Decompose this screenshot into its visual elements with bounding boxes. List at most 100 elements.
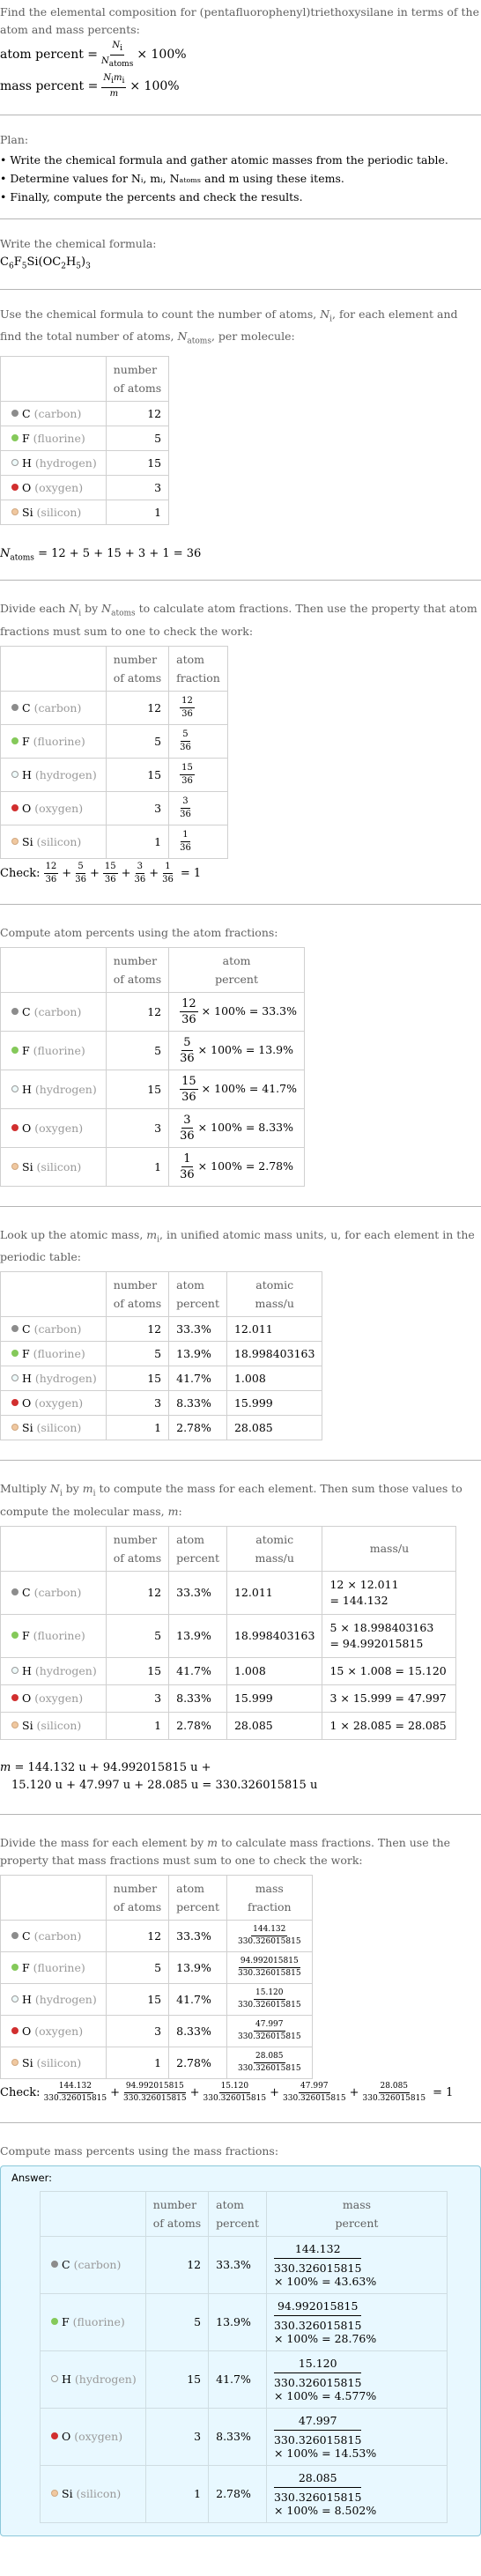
element-color-dot-icon [11,483,18,491]
table-row: O (oxygen) 3 8.33% 47.997 330.326015815 × 100… [40,2407,448,2466]
mass-text: Multiply Ni by mi to compute the mass fo… [0,1482,462,1518]
table-row: O (oxygen) 3 8.33% 15.999 [0,1390,323,1417]
table-row: Si (silicon) 1 2.78% 28.085 [0,1415,323,1441]
m-symbol: m [109,89,119,99]
mass-fraction-value: 94.992015815 330.326015815 [226,1951,313,1984]
molecular-mass-sum: m = 144.132 u + 94.992015815 u + 15.120 … [0,1760,318,1792]
element-color-dot-icon [11,1399,18,1407]
element-color-dot-icon [11,507,18,515]
atomic-mass-value: 15.999 [226,1684,323,1713]
table-row: O (oxygen) 3 3 36 [0,790,228,825]
element-cell: C (carbon) [0,400,107,426]
element-cell: C (carbon) [0,1570,107,1615]
element-color-dot-icon [11,1995,18,2002]
atom-percent-label: atom percent = [0,48,99,62]
atom-count: 5 [105,1030,170,1070]
element-mass-calc: 15 × 1.008 = 15.120 [322,1656,457,1685]
plan-item: Determine values for Nᵢ, mᵢ, Nₐₜₒₘₛ and … [0,169,481,188]
atom-percent-value: 33.3% [168,1316,227,1343]
mass-percent-calc: 94.992015815 330.326015815 × 100% = 28.76% [265,2292,448,2351]
plan-list: Write the chemical formula and gather at… [0,151,481,206]
ni-symbol: N [112,40,121,50]
atomic-mass-section: Look up the atomic mass, mi, in unified … [0,1207,481,1462]
table-row: F (fluorine) 5 [0,425,170,451]
element-cell: C (carbon) [0,1919,107,1952]
atom-count: 5 [105,425,170,451]
atom-fraction-section: Divide each Ni by Natoms to calculate at… [0,581,481,905]
ni-symbol: N [103,73,112,83]
natoms-symbol: N [101,56,109,66]
plan-section: Plan: Write the chemical formula and gat… [0,115,481,219]
atom-count: 1 [105,1415,170,1441]
element-mass-calc: 5 × 18.998403163 = 94.992015815 [322,1613,457,1658]
atom-percent-value: 13.9% [168,1341,227,1367]
atom-fraction-check: Check: 12 36 +5 36 +15 36 +3 36 +1 36 = 1 [0,861,202,885]
atomic-mass-value: 15.999 [226,1390,323,1417]
element-cell: Si (silicon) [0,2046,107,2079]
table-row: C (carbon) 12 33.3% 12.011 [0,1316,323,1343]
atom-percent-value: 13.9% [208,2292,267,2351]
check-fraction: 144.132 330.326015815 [43,2081,107,2103]
mass-percent-calc: 28.085 330.326015815 × 100% = 8.502% [265,2464,448,2523]
check-fraction: 12 36 [43,861,59,885]
table-row: H (hydrogen) 15 41.7% 15.120 330.326015815 [0,1982,313,2016]
plan-heading: Plan: [0,133,29,146]
mass-percent-section: Compute mass percents using the mass fra… [0,2123,481,2542]
atom-count: 15 [105,757,170,792]
table-row: H (hydrogen) 15 41.7% 1.008 [0,1366,323,1392]
atom-percent-value: 2.78% [208,2464,267,2523]
table-row: F (fluorine) 5 13.9% 94.992015815 330.326015… [0,1951,313,1984]
times-100: × 100% [130,79,180,93]
atom-percent-calc: 15 36 × 100% = 41.7% [168,1069,305,1109]
atom-count: 3 [105,790,170,825]
atom-fraction-value: 12 36 [168,690,228,725]
mass-percent-label: mass percent = [0,79,99,93]
element-mass-calc: 3 × 15.999 = 47.997 [322,1684,457,1713]
atom-count: 12 [105,400,170,426]
answer-box: Answer: number of atoms atom percent mass p… [0,2165,481,2536]
table-row: O (oxygen) 3 8.33% 47.997 330.326015815 [0,2014,313,2047]
atom-percent-value: 8.33% [168,2014,227,2047]
mass-percent-formula: mass percent = Nimi m × 100% [0,70,481,102]
atom-fraction-value: 5 36 [168,723,228,759]
atom-percent-value: 41.7% [168,1366,227,1392]
atom-percent-value: 41.7% [168,1656,227,1685]
atom-percent-fraction: Ni Natoms [101,41,133,69]
element-cell: O (oxygen) [0,1390,107,1417]
mass-fraction-value: 28.085 330.326015815 [226,2046,313,2079]
element-color-dot-icon [11,1046,18,1054]
table-row: F (fluorine) 5 13.9% 18.998403163 [0,1341,323,1367]
atom-count: 1 [105,1146,170,1187]
check-fraction: 3 36 [134,861,146,885]
atom-count: 15 [105,1366,170,1392]
atomic-mass-value: 18.998403163 [226,1613,323,1658]
count-atoms-text: Use the chemical formula to count the nu… [0,307,458,346]
atom-percent-formula: atom percent = Ni Natoms × 100% [0,39,481,70]
atom-percent-value: 8.33% [168,1684,227,1713]
atom-percent-value: 2.78% [168,1415,227,1441]
element-cell: C (carbon) [0,690,107,725]
element-color-dot-icon [11,1588,18,1596]
element-color-dot-icon [11,458,18,466]
atomic-mass-value: 12.011 [226,1316,323,1343]
element-color-dot-icon [11,1963,18,1971]
atom-count: 1 [105,1711,170,1740]
count-table: number of atoms C (carbon) 12 F (fluorine) 5… [0,355,170,525]
table-row: C (carbon) 12 33.3% 144.132 330.326015815 [0,1919,313,1952]
mass-percent-calc: 144.132 330.326015815 × 100% = 43.63% [265,2235,448,2294]
element-cell: F (fluorine) [0,1613,107,1658]
element-color-dot-icon [11,2058,18,2066]
element-cell: C (carbon) [0,991,107,1032]
atom-count: 15 [105,449,170,476]
atom-fraction-value: 1 36 [168,824,228,859]
atom-count: 1 [105,824,170,859]
table-row: H (hydrogen) 15 15 36 × 100% = 41.7% [0,1069,305,1109]
mass-fraction-value: 15.120 330.326015815 [226,1982,313,2016]
table-row: Si (silicon) 1 1 36 [0,824,228,859]
atom-percent-calc: 12 36 × 100% = 33.3% [168,991,305,1032]
element-cell: O (oxygen) [0,790,107,825]
table-row: F (fluorine) 5 13.9% 94.992015815 330.326015… [40,2292,448,2351]
ni-sub: i [120,43,122,53]
atom-percent-value: 2.78% [168,1711,227,1740]
atom-percent-value: 41.7% [208,2350,267,2409]
